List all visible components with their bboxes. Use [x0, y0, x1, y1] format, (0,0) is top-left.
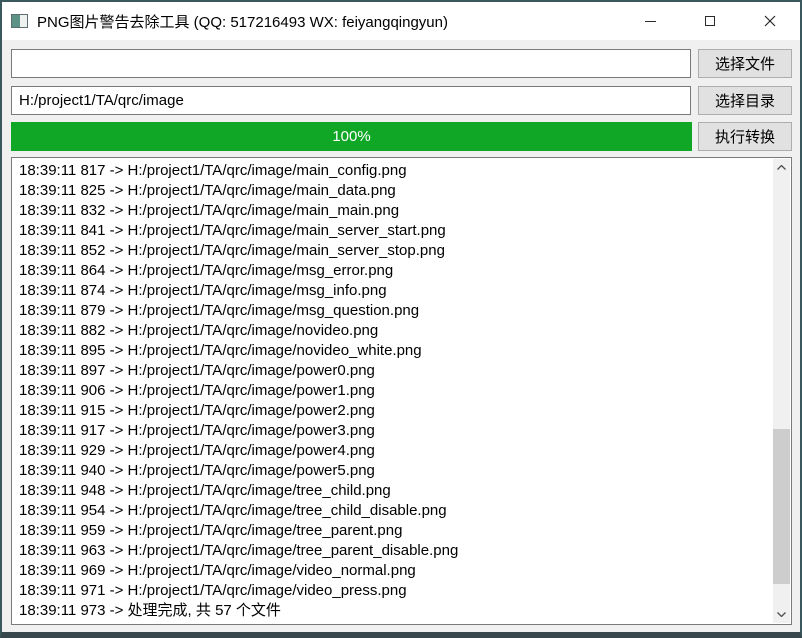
log-scrollbar[interactable]	[773, 159, 790, 623]
minimize-icon	[645, 21, 656, 22]
log-line: 18:39:11 929 -> H:/project1/TA/qrc/image…	[19, 441, 767, 461]
chevron-up-icon	[777, 165, 786, 170]
close-button[interactable]	[740, 2, 800, 40]
log-line: 18:39:11 874 -> H:/project1/TA/qrc/image…	[19, 281, 767, 301]
file-path-input[interactable]	[11, 49, 691, 78]
app-icon	[11, 14, 28, 28]
log-line: 18:39:11 963 -> H:/project1/TA/qrc/image…	[19, 541, 767, 561]
execute-convert-button[interactable]: 执行转换	[698, 122, 792, 151]
directory-path-input[interactable]	[11, 86, 691, 115]
log-line: 18:39:11 897 -> H:/project1/TA/qrc/image…	[19, 361, 767, 381]
log-line: 18:39:11 895 -> H:/project1/TA/qrc/image…	[19, 341, 767, 361]
title-bar: PNG图片警告去除工具 (QQ: 517216493 WX: feiyangqi…	[2, 2, 800, 40]
log-line: 18:39:11 817 -> H:/project1/TA/qrc/image…	[19, 161, 767, 181]
log-line: 18:39:11 841 -> H:/project1/TA/qrc/image…	[19, 221, 767, 241]
log-line: 18:39:11 864 -> H:/project1/TA/qrc/image…	[19, 261, 767, 281]
minimize-button[interactable]	[620, 2, 680, 40]
log-line: 18:39:11 971 -> H:/project1/TA/qrc/image…	[19, 581, 767, 601]
window-title: PNG图片警告去除工具 (QQ: 517216493 WX: feiyangqi…	[37, 11, 448, 32]
select-directory-button[interactable]: 选择目录	[698, 86, 792, 115]
log-line: 18:39:11 825 -> H:/project1/TA/qrc/image…	[19, 181, 767, 201]
chevron-down-icon	[777, 612, 786, 617]
log-line: 18:39:11 832 -> H:/project1/TA/qrc/image…	[19, 201, 767, 221]
log-line: 18:39:11 917 -> H:/project1/TA/qrc/image…	[19, 421, 767, 441]
log-line: 18:39:11 954 -> H:/project1/TA/qrc/image…	[19, 501, 767, 521]
log-line: 18:39:11 906 -> H:/project1/TA/qrc/image…	[19, 381, 767, 401]
progress-label: 100%	[11, 122, 692, 151]
progress-bar: 100%	[11, 122, 692, 151]
log-line: 18:39:11 882 -> H:/project1/TA/qrc/image…	[19, 321, 767, 341]
close-icon	[764, 15, 776, 27]
log-output[interactable]: 18:39:11 817 -> H:/project1/TA/qrc/image…	[11, 157, 792, 625]
log-line: 18:39:11 969 -> H:/project1/TA/qrc/image…	[19, 561, 767, 581]
maximize-button[interactable]	[680, 2, 740, 40]
log-line: 18:39:11 940 -> H:/project1/TA/qrc/image…	[19, 461, 767, 481]
log-lines: 18:39:11 817 -> H:/project1/TA/qrc/image…	[12, 158, 791, 621]
scroll-up-button[interactable]	[773, 159, 790, 176]
select-file-button[interactable]: 选择文件	[698, 49, 792, 78]
log-line: 18:39:11 915 -> H:/project1/TA/qrc/image…	[19, 401, 767, 421]
log-line: 18:39:11 852 -> H:/project1/TA/qrc/image…	[19, 241, 767, 261]
scroll-down-button[interactable]	[773, 606, 790, 623]
maximize-icon	[705, 16, 715, 26]
log-line: 18:39:11 973 -> 处理完成, 共 57 个文件	[19, 601, 767, 621]
log-line: 18:39:11 879 -> H:/project1/TA/qrc/image…	[19, 301, 767, 321]
log-line: 18:39:11 948 -> H:/project1/TA/qrc/image…	[19, 481, 767, 501]
app-window: PNG图片警告去除工具 (QQ: 517216493 WX: feiyangqi…	[0, 0, 802, 638]
log-line: 18:39:11 959 -> H:/project1/TA/qrc/image…	[19, 521, 767, 541]
scroll-thumb[interactable]	[773, 429, 790, 584]
window-controls	[620, 2, 800, 40]
